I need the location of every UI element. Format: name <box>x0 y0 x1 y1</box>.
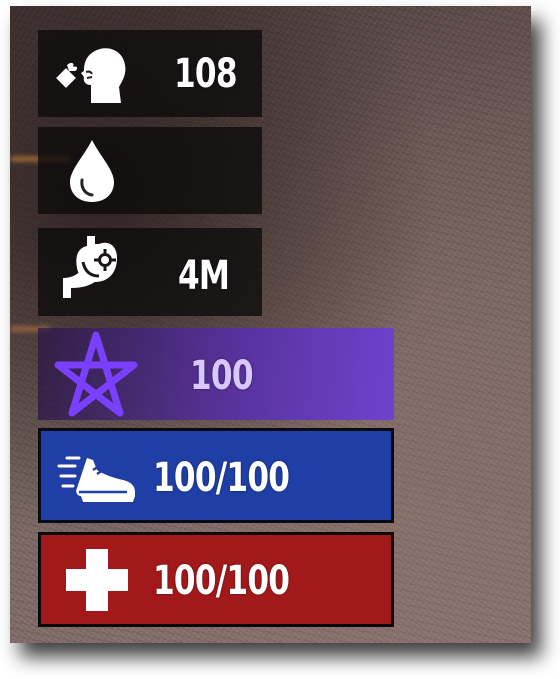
mana-value: 100 <box>190 353 254 399</box>
stomach-icon <box>52 228 132 316</box>
person-coughing-icon <box>52 30 132 117</box>
health-row: 100/100 <box>38 532 394 627</box>
water-drop-icon <box>52 127 132 214</box>
pentagram-icon <box>54 328 138 420</box>
speed-row: 100/100 <box>38 428 394 523</box>
health-value: 100/100 <box>153 558 290 604</box>
thirst-row <box>38 127 262 214</box>
game-viewport: 108 4M 100 100/100 100/100 <box>10 6 531 643</box>
hunger-row: 4M <box>38 228 262 316</box>
medical-cross-icon <box>55 535 139 624</box>
running-shoe-icon <box>55 431 139 520</box>
mana-row: 100 <box>38 328 394 420</box>
speed-value: 100/100 <box>153 455 290 501</box>
stamina-row: 108 <box>38 30 262 117</box>
hunger-value: 4M <box>178 253 230 299</box>
stamina-value: 108 <box>174 51 238 97</box>
